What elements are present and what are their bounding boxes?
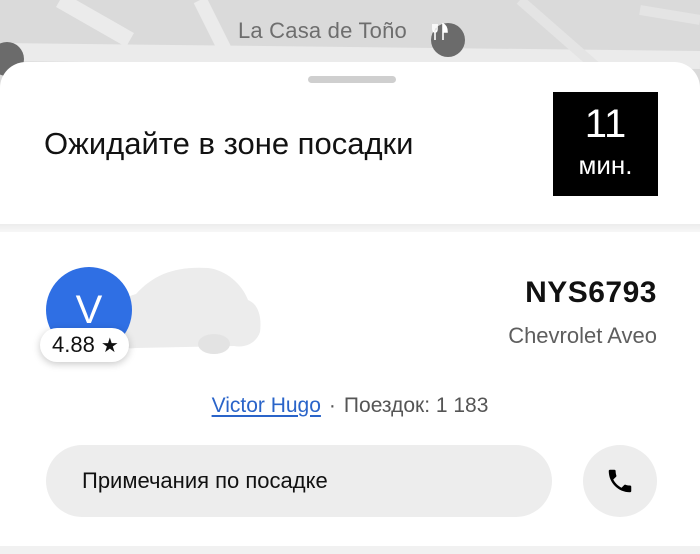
eta-badge: 11 мин. <box>553 92 658 196</box>
separator-dot: · <box>328 394 336 417</box>
avatar-initial: V <box>75 287 103 332</box>
license-plate: NYS6793 <box>525 276 657 309</box>
map-place-label: La Casa de Toño <box>238 18 407 43</box>
driver-rating: 4.88 ★ <box>40 328 129 362</box>
car-model: Chevrolet Aveo <box>508 323 657 348</box>
driver-info-line: Victor Hugo · Поездок: 1 183 <box>0 394 700 418</box>
trip-sheet: Ожидайте в зоне посадки 11 мин. V 4.88 ★… <box>0 62 700 554</box>
trip-count: Поездок: 1 183 <box>343 394 489 417</box>
eta-value: 11 <box>584 102 627 146</box>
bottom-divider <box>0 546 700 554</box>
pickup-notes-button[interactable]: Примечания по посадке <box>46 445 552 517</box>
call-driver-button[interactable] <box>583 445 657 517</box>
sheet-drag-handle[interactable] <box>308 76 396 83</box>
star-icon: ★ <box>100 334 119 357</box>
driver-name-link[interactable]: Victor Hugo <box>212 394 321 417</box>
phone-icon <box>608 469 632 493</box>
pickup-notes-label: Примечания по посадке <box>82 468 328 493</box>
restaurant-icon[interactable] <box>431 23 465 57</box>
rating-value: 4.88 <box>52 332 95 357</box>
trip-status-title: Ожидайте в зоне посадки <box>44 126 414 161</box>
eta-unit: мин. <box>578 150 633 180</box>
section-divider <box>0 224 700 232</box>
